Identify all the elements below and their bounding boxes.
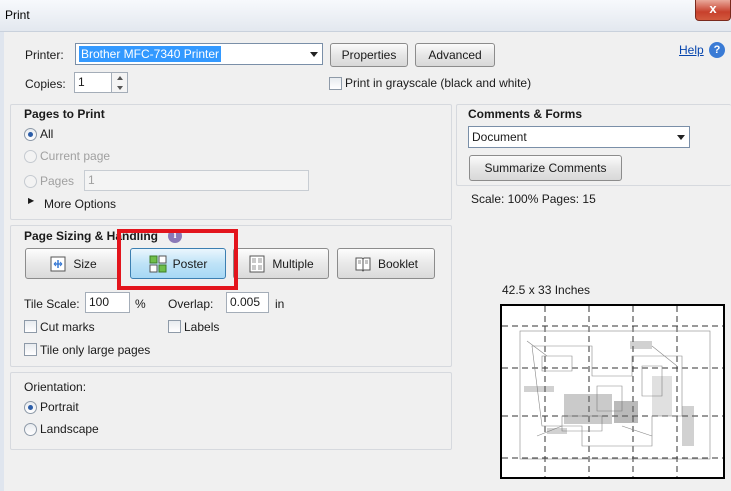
stepper-down-icon[interactable]: [112, 83, 127, 93]
paper-size-text: 42.5 x 33 Inches: [502, 283, 591, 297]
pages-label: Pages: [40, 174, 75, 188]
scale-pages-text: Scale: 100% Pages: 15: [471, 192, 596, 206]
comments-forms-title: Comments & Forms: [468, 107, 583, 121]
tile-scale-unit: %: [135, 297, 146, 311]
grayscale-label: Print in grayscale (black and white): [345, 76, 532, 90]
size-button-label: Size: [73, 256, 97, 271]
booklet-button-label: Booklet: [377, 256, 419, 271]
comments-forms-select[interactable]: Document: [468, 126, 690, 148]
pages-to-print-title: Pages to Print: [24, 107, 105, 121]
poster-button-label: Poster: [172, 256, 208, 271]
booklet-icon: [354, 255, 372, 273]
info-icon[interactable]: i: [168, 229, 182, 243]
window-title: Print: [5, 8, 30, 22]
all-pages-radio[interactable]: [24, 128, 37, 141]
overlap-unit: in: [275, 297, 285, 311]
help-link[interactable]: Help: [679, 43, 704, 57]
labels-label: Labels: [184, 320, 220, 334]
portrait-label: Portrait: [40, 400, 79, 414]
stepper-up-icon[interactable]: [112, 73, 127, 83]
cut-marks-checkbox[interactable]: [24, 320, 37, 333]
orientation-title: Orientation:: [24, 380, 87, 394]
printer-label: Printer:: [25, 48, 64, 62]
close-icon: x: [709, 1, 717, 16]
help-icon[interactable]: ?: [709, 42, 725, 58]
overlap-input[interactable]: 0.005: [226, 292, 269, 313]
pages-radio[interactable]: [24, 175, 37, 188]
tile-scale-label: Tile Scale:: [24, 297, 80, 311]
printer-select[interactable]: Brother MFC-7340 Printer: [75, 43, 323, 65]
expand-triangle-icon[interactable]: ▶: [28, 196, 34, 205]
booklet-button[interactable]: Booklet: [337, 248, 435, 279]
printer-selected: Brother MFC-7340 Printer: [79, 46, 222, 62]
chevron-down-icon: [306, 44, 322, 64]
tile-scale-input[interactable]: 100: [85, 292, 130, 313]
size-icon: [49, 255, 67, 273]
chevron-down-icon: [673, 127, 689, 147]
close-button[interactable]: x: [695, 0, 731, 21]
poster-icon: [149, 255, 167, 273]
poster-button[interactable]: Poster: [130, 248, 226, 279]
size-button[interactable]: Size: [25, 248, 121, 279]
current-page-label: Current page: [40, 149, 111, 163]
properties-button[interactable]: Properties: [330, 43, 408, 67]
grayscale-checkbox[interactable]: [329, 77, 342, 90]
print-preview: [500, 304, 725, 479]
pages-range-input[interactable]: 1: [84, 170, 309, 191]
advanced-button[interactable]: Advanced: [415, 43, 495, 67]
tile-large-pages-label: Tile only large pages: [40, 343, 151, 357]
landscape-radio[interactable]: [24, 423, 37, 436]
comments-forms-selected: Document: [472, 130, 527, 144]
copies-input[interactable]: 1: [74, 72, 112, 93]
copies-label: Copies:: [25, 77, 66, 91]
labels-checkbox[interactable]: [168, 320, 181, 333]
title-bar: Print x: [0, 0, 731, 32]
multiple-button[interactable]: Multiple: [233, 248, 329, 279]
current-page-radio[interactable]: [24, 150, 37, 163]
page-sizing-title: Page Sizing & Handling: [24, 229, 159, 243]
summarize-comments-button[interactable]: Summarize Comments: [469, 155, 622, 181]
tile-large-pages-checkbox[interactable]: [24, 343, 37, 356]
overlap-label: Overlap:: [168, 297, 214, 311]
multiple-button-label: Multiple: [272, 256, 314, 271]
cut-marks-label: Cut marks: [40, 320, 95, 334]
multiple-pages-icon: [248, 255, 266, 273]
copies-stepper[interactable]: [112, 72, 128, 93]
all-pages-label: All: [40, 127, 54, 141]
landscape-label: Landscape: [40, 422, 99, 436]
portrait-radio[interactable]: [24, 401, 37, 414]
poster-tile-preview: [502, 306, 723, 477]
more-options-toggle[interactable]: More Options: [44, 197, 116, 211]
